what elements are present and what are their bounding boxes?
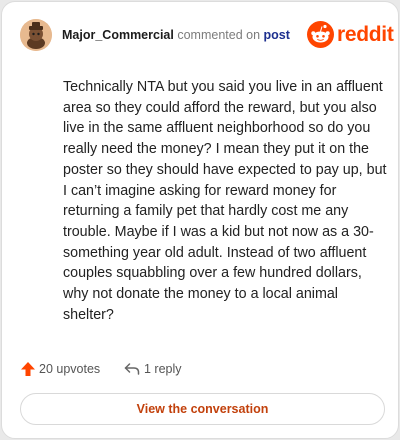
reply-arrow-icon <box>124 363 140 375</box>
action-text: commented on <box>177 28 261 42</box>
reddit-wordmark: reddit <box>337 23 394 46</box>
username-link[interactable]: Major_Commercial <box>62 28 174 42</box>
view-conversation-button[interactable]: View the conversation <box>20 393 385 425</box>
avatar-icon <box>20 19 52 51</box>
upvote-label: 20 upvotes <box>39 362 101 376</box>
comment-meta: Major_Commercial commented on post <box>62 27 290 43</box>
reddit-logo-icon <box>307 21 334 48</box>
comment-header: Major_Commercial commented on post reddi… <box>20 19 394 51</box>
comment-card: Major_Commercial commented on post reddi… <box>1 1 399 439</box>
comment-stats: 20 upvotes 1 reply <box>20 360 320 380</box>
upvote-arrow-icon <box>21 362 35 376</box>
comment-body: Technically NTA but you said you live in… <box>63 79 387 323</box>
reddit-logo[interactable]: reddit <box>307 21 394 49</box>
reply-label: 1 reply <box>144 362 182 376</box>
avatar[interactable] <box>20 19 52 51</box>
post-link[interactable]: post <box>264 28 290 42</box>
